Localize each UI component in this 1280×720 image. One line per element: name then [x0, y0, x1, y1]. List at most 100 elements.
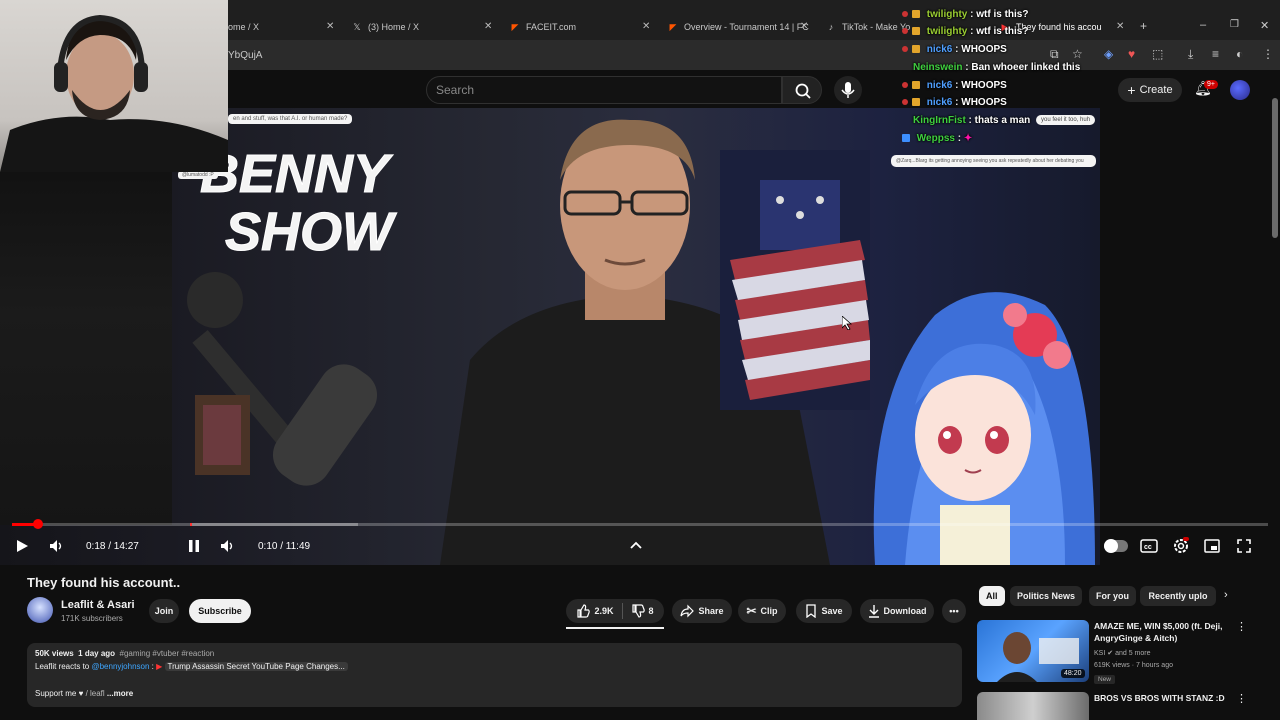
profile-icon[interactable]: ◐ [1236, 47, 1243, 61]
search-box[interactable] [426, 76, 782, 104]
volume-icon [221, 540, 233, 552]
captions-icon[interactable]: cc [1140, 538, 1158, 554]
new-badge: New [1094, 675, 1116, 684]
channel-name[interactable]: Leaflit & Asari [61, 599, 135, 611]
download-icon[interactable]: ⤓ [1188, 47, 1193, 62]
bookmark-star-icon[interactable]: ☆ [1072, 47, 1083, 61]
page-scrollbar[interactable] [1272, 98, 1278, 238]
browser-tab[interactable]: ◤ Overview - Tournament 14 | FC ✕ [668, 17, 809, 37]
x-logo-icon: 𝕏 [353, 22, 361, 32]
browser-tab[interactable]: ome / X ✕ [228, 17, 334, 37]
like-count: 2.9K [594, 606, 614, 616]
close-tab-icon[interactable]: ✕ [326, 21, 334, 32]
chat-badge-icon [912, 27, 920, 35]
more-actions-button[interactable]: ••• [942, 599, 966, 623]
more-dots-icon: ••• [949, 606, 959, 616]
share-arrow-icon [680, 604, 695, 618]
clip-button[interactable]: ✂ Clip [738, 599, 786, 623]
cast-icon[interactable]: ⧉ [1050, 47, 1059, 62]
chip-recently-uploaded[interactable]: Recently uplo [1140, 586, 1216, 606]
join-button[interactable]: Join [149, 599, 179, 623]
like-underline [566, 627, 664, 629]
outer-progress-scrubber[interactable] [33, 519, 43, 529]
chat-username: twilighty [926, 26, 968, 37]
chat-username: KingIrnFist [913, 115, 966, 126]
extensions-puzzle-icon[interactable]: ⬚ [1152, 47, 1163, 61]
support-link[interactable]: / leafl [86, 689, 105, 698]
related-video-title[interactable]: BROS VS BROS WITH STANZ :D [1094, 693, 1225, 703]
media-icon[interactable]: ≡ [1212, 47, 1219, 61]
chevron-up-icon[interactable] [628, 538, 644, 554]
maximize-icon[interactable]: ❐ [1230, 19, 1239, 30]
tiktok-icon: ♪ [828, 22, 834, 32]
related-video-channel[interactable]: KSI ✔ and 5 more [1094, 649, 1151, 657]
chat-username: twilighty [926, 9, 968, 20]
chip-for-you[interactable]: For you [1089, 586, 1136, 606]
chat-message: Neinswein : Ban whoeer linked this [913, 62, 1081, 73]
like-button[interactable]: 2.9K [576, 604, 614, 618]
save-button[interactable]: Save [796, 599, 852, 623]
close-tab-icon[interactable]: ✕ [642, 21, 650, 32]
search-input[interactable]: Search [436, 83, 474, 97]
miniplayer-icon[interactable] [1204, 538, 1220, 554]
browser-tab[interactable]: 𝕏 (3) Home / X ✕ [352, 17, 492, 37]
channel-avatar[interactable] [27, 597, 53, 623]
download-button[interactable]: Download [860, 599, 934, 623]
hd-badge [1183, 537, 1189, 541]
chat-badge-icon [902, 99, 908, 105]
webcam-background [0, 172, 172, 525]
description-text: Leaflit reacts to @bennyjohnson : ▶ Trum… [35, 662, 348, 671]
play-icon[interactable] [14, 538, 30, 554]
chip-politics-news[interactable]: Politics News [1010, 586, 1083, 606]
faceit-icon: ◤ [511, 22, 519, 32]
dislike-count: 8 [648, 606, 654, 616]
chip-all[interactable]: All [979, 586, 1005, 606]
search-button[interactable] [782, 76, 822, 104]
chat-message: twilighty : wtf is this? [902, 26, 1028, 37]
tab-label: Overview - Tournament 14 | FC [684, 22, 809, 32]
close-window-icon[interactable]: ✕ [1260, 19, 1269, 32]
tab-label: TikTok - Make Yo [842, 22, 911, 32]
related-video-title[interactable]: AMAZE ME, WIN $5,000 (ft. Deji, AngryGin… [1094, 620, 1234, 644]
minimize-icon[interactable]: – [1200, 19, 1206, 31]
volume-icon[interactable] [48, 538, 64, 554]
player-side-background [1100, 108, 1270, 565]
dislike-button[interactable]: 8 [631, 604, 654, 618]
account-avatar[interactable] [1230, 80, 1250, 100]
hashtags[interactable]: #gaming #vtuber #reaction [120, 649, 215, 658]
chat-text: Ban whoeer linked this [971, 62, 1081, 73]
share-button[interactable]: Share [672, 599, 732, 623]
show-more-link[interactable]: ...more [107, 689, 133, 698]
close-tab-icon[interactable]: ✕ [484, 21, 492, 32]
chevron-right-icon[interactable]: › [1224, 589, 1228, 601]
more-vert-icon[interactable]: ⋮ [1236, 620, 1247, 633]
view-count: 50K views [35, 649, 74, 658]
chat-badge-icon [902, 134, 910, 142]
chat-badge-icon [912, 81, 920, 89]
svg-text:SHOW: SHOW [225, 202, 397, 262]
verified-check-icon: ✔ [1107, 650, 1114, 657]
chat-message: nick6 : WHOOPS [902, 80, 1007, 91]
voice-search-button[interactable] [834, 76, 862, 104]
url-text[interactable]: YbQujA [228, 50, 262, 61]
extension-icon[interactable]: ◈ [1104, 47, 1113, 61]
fullscreen-icon[interactable] [1236, 538, 1252, 554]
mention-link[interactable]: @bennyjohnson [91, 662, 149, 671]
chat-text: thats a man [974, 115, 1031, 126]
search-icon [795, 83, 811, 99]
new-tab-icon[interactable]: + [1140, 19, 1147, 33]
linked-video[interactable]: Trump Assassin Secret YouTube Page Chang… [164, 662, 348, 671]
browser-tab[interactable]: ◤ FACEIT.com ✕ [510, 17, 651, 37]
close-tab-icon[interactable]: ✕ [1116, 21, 1124, 32]
create-button[interactable]: + Create [1118, 78, 1182, 102]
plus-icon: + [1127, 82, 1136, 98]
menu-dots-icon[interactable]: ⋮ [1262, 47, 1274, 61]
description-text: Support me ♥ / leafl ...more [35, 689, 133, 698]
more-vert-icon[interactable]: ⋮ [1236, 692, 1247, 705]
share-label: Share [698, 606, 724, 616]
related-video-thumbnail[interactable] [977, 692, 1089, 720]
browser-tab[interactable]: ♪ TikTok - Make Yo [826, 17, 910, 37]
extension-icon[interactable]: ♥ [1128, 47, 1135, 61]
subscribe-button[interactable]: Subscribe [189, 599, 251, 623]
close-tab-icon[interactable]: ✕ [800, 21, 808, 32]
